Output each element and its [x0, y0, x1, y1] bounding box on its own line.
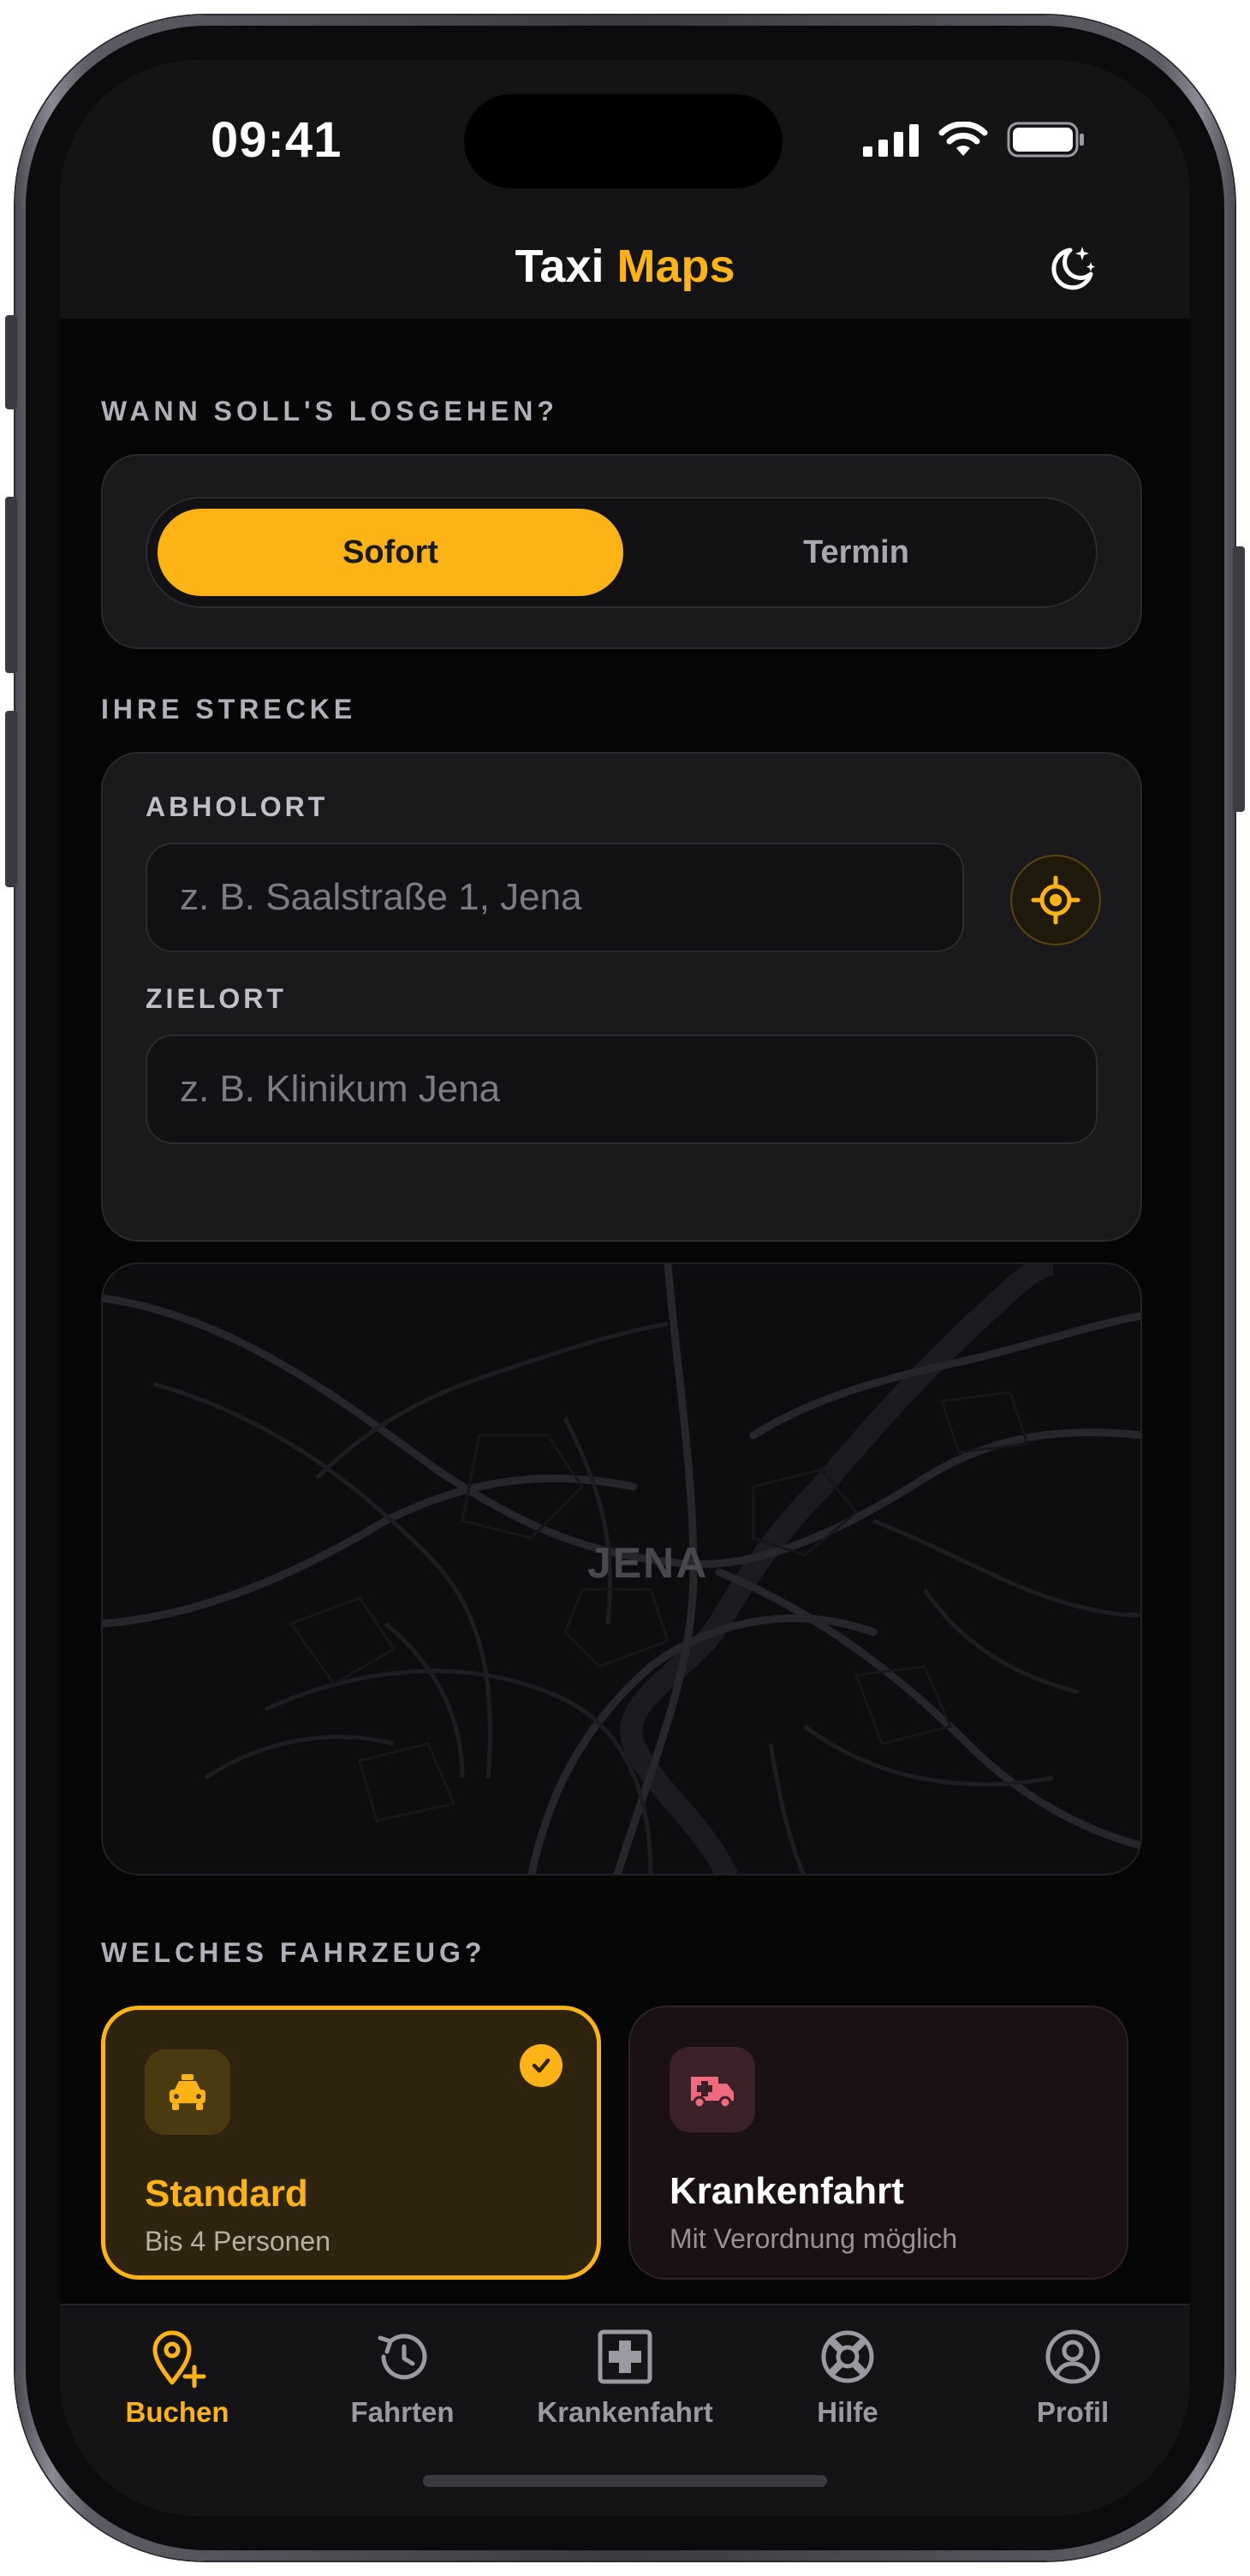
segment-sofort[interactable]: Sofort — [158, 509, 623, 596]
crosshair-location-icon — [1031, 875, 1080, 925]
action-button — [5, 315, 17, 409]
history-icon — [378, 2334, 427, 2380]
user-circle-icon — [1045, 2329, 1100, 2384]
home-indicator — [423, 2475, 827, 2487]
volume-down-button — [5, 711, 17, 887]
map-pin-plus-icon — [152, 2330, 206, 2388]
vehicle-title-krankenfahrt: Krankenfahrt — [670, 2170, 904, 2212]
tab-fahrten[interactable]: Fahrten — [304, 2324, 501, 2429]
route-section-label: IHRE STRECKE — [101, 694, 357, 724]
tab-profil[interactable]: Profil — [974, 2324, 1171, 2429]
app-title: Taxi Maps — [60, 240, 1190, 293]
top-bar: 09:41 Taxi Maps — [60, 60, 1190, 319]
when-card: Sofort Termin — [101, 454, 1142, 649]
status-time: 09:41 — [211, 112, 342, 168]
cellular-signal-icon — [863, 124, 919, 157]
lifebuoy-icon — [821, 2330, 874, 2383]
vehicle-title-standard: Standard — [145, 2173, 308, 2215]
moon-stars-icon — [1051, 247, 1095, 290]
locate-me-button[interactable] — [1010, 855, 1101, 945]
route-card: ABHOLORT z. B. Saalstraße 1, Jena ZIELOR… — [101, 752, 1142, 1242]
volume-up-button — [5, 497, 17, 673]
tab-krankenfahrt[interactable]: Krankenfahrt — [527, 2324, 723, 2429]
app-screen: 09:41 Taxi Maps WANN SOLL'S LOSGEHEN? So… — [60, 60, 1190, 2516]
dynamic-island — [464, 94, 783, 188]
vehicle-option-standard[interactable]: Standard Bis 4 Personen — [101, 2006, 601, 2280]
vehicle-subtitle-krankenfahrt: Mit Verordnung möglich — [670, 2223, 958, 2254]
route-map[interactable]: JENA — [101, 1262, 1142, 1875]
vehicle-option-krankenfahrt[interactable]: Krankenfahrt Mit Verordnung möglich — [628, 2006, 1128, 2280]
tab-label-buchen: Buchen — [125, 2396, 229, 2428]
tab-buchen[interactable]: Buchen — [79, 2324, 276, 2429]
taxi-icon-tile — [145, 2049, 230, 2135]
pickup-input[interactable]: z. B. Saalstraße 1, Jena — [146, 843, 964, 952]
tab-label-krankenfahrt: Krankenfahrt — [537, 2396, 713, 2428]
ambulance-icon — [691, 2077, 734, 2109]
vehicle-subtitle-standard: Bis 4 Personen — [145, 2226, 331, 2257]
destination-label: ZIELORT — [146, 983, 287, 1014]
medical-cross-icon — [598, 2329, 652, 2384]
app-title-accent: Maps — [616, 241, 735, 292]
status-icons — [863, 122, 1086, 158]
ambulance-icon-tile — [670, 2047, 755, 2132]
tab-label-profil: Profil — [1036, 2396, 1110, 2428]
segment-termin[interactable]: Termin — [623, 509, 1089, 596]
dark-mode-toggle[interactable] — [1036, 231, 1108, 303]
when-section-label: WANN SOLL'S LOSGEHEN? — [101, 396, 558, 426]
wifi-icon — [938, 122, 988, 156]
vehicle-section-label: WELCHES FAHRZEUG? — [101, 1937, 486, 1968]
tab-label-fahrten: Fahrten — [350, 2396, 455, 2428]
taxi-icon — [170, 2074, 205, 2110]
selected-check-icon — [520, 2044, 562, 2087]
power-button — [1233, 546, 1245, 812]
app-title-main: Taxi — [515, 241, 604, 292]
battery-icon — [1007, 122, 1084, 158]
destination-input[interactable]: z. B. Klinikum Jena — [146, 1035, 1098, 1144]
pickup-label: ABHOLORT — [146, 791, 329, 822]
bottom-tab-bar: Buchen Fahrten Krankenfahrt Hilfe Profil — [60, 2304, 1190, 2516]
map-city-label: JENA — [587, 1539, 709, 1587]
timing-segmented-control: Sofort Termin — [146, 497, 1098, 608]
tab-label-hilfe: Hilfe — [817, 2396, 878, 2428]
tab-hilfe[interactable]: Hilfe — [749, 2324, 946, 2429]
